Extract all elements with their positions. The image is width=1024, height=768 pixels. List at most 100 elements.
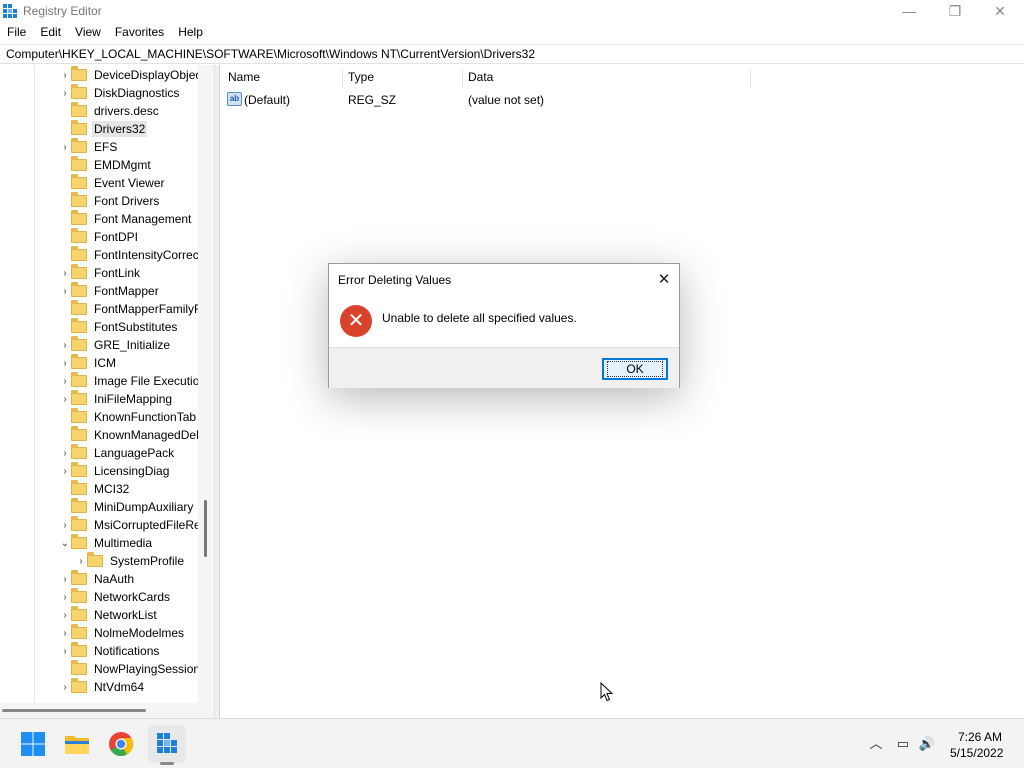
column-header-name[interactable]: Name bbox=[221, 70, 343, 88]
file-explorer-icon[interactable] bbox=[63, 730, 91, 758]
tree-item[interactable]: › NaAuth bbox=[59, 570, 136, 588]
chevron-right-icon[interactable]: › bbox=[59, 390, 71, 408]
chevron-right-icon[interactable]: › bbox=[59, 138, 71, 156]
chevron-right-icon[interactable]: › bbox=[59, 642, 71, 660]
tree-item[interactable]: MiniDumpAuxiliary bbox=[59, 498, 195, 516]
tree-item[interactable]: › IniFileMapping bbox=[59, 390, 174, 408]
folder-icon bbox=[71, 318, 87, 333]
value-name[interactable]: (Default) bbox=[244, 93, 290, 107]
tree-item-label: Font Drivers bbox=[94, 194, 160, 208]
tree-item[interactable]: drivers.desc bbox=[59, 102, 161, 120]
chevron-right-icon[interactable]: › bbox=[59, 336, 71, 354]
tree-item[interactable]: › FontLink bbox=[59, 264, 142, 282]
address-path[interactable]: Computer\HKEY_LOCAL_MACHINE\SOFTWARE\Mic… bbox=[6, 47, 535, 61]
tree-item[interactable]: › LanguagePack bbox=[59, 444, 176, 462]
tree-item-label: Multimedia bbox=[94, 536, 153, 550]
tree-item[interactable]: › LicensingDiag bbox=[59, 462, 171, 480]
clock-time[interactable]: 7:26 AM bbox=[958, 730, 1002, 744]
maximize-button[interactable]: ❐ bbox=[932, 0, 978, 22]
tree-item[interactable]: › EFS bbox=[59, 138, 119, 156]
menu-help[interactable]: Help bbox=[171, 23, 210, 41]
dialog-close-button[interactable]: ✕ bbox=[653, 269, 675, 291]
dialog-title: Error Deleting Values bbox=[338, 273, 452, 287]
chevron-right-icon[interactable]: › bbox=[59, 588, 71, 606]
tree-item-label: NaAuth bbox=[94, 572, 135, 586]
chevron-right-icon[interactable]: › bbox=[59, 444, 71, 462]
folder-icon bbox=[71, 444, 87, 459]
chevron-right-icon[interactable]: › bbox=[59, 282, 71, 300]
value-data[interactable]: (value not set) bbox=[468, 93, 544, 107]
tree-item-label: EFS bbox=[94, 140, 118, 154]
tree-item[interactable]: › Image File Executio bbox=[59, 372, 201, 390]
tree-item[interactable]: FontSubstitutes bbox=[59, 318, 179, 336]
tree-item[interactable]: FontMapperFamilyF bbox=[59, 300, 203, 318]
tree-item[interactable]: › NetworkCards bbox=[59, 588, 172, 606]
chevron-right-icon[interactable]: › bbox=[59, 354, 71, 372]
chevron-right-icon[interactable]: › bbox=[59, 372, 71, 390]
network-icon[interactable]: ▭ bbox=[894, 736, 912, 752]
tree-item[interactable]: Event Viewer bbox=[59, 174, 166, 192]
menu-file[interactable]: File bbox=[0, 23, 33, 41]
menu-view[interactable]: View bbox=[68, 23, 108, 41]
close-window-button[interactable]: ✕ bbox=[977, 0, 1023, 22]
tree-item[interactable]: › DiskDiagnostics bbox=[59, 84, 181, 102]
clock-date[interactable]: 5/15/2022 bbox=[950, 746, 1003, 760]
start-icon[interactable] bbox=[19, 730, 47, 758]
tree-item[interactable]: › NolmeModelmes bbox=[59, 624, 186, 642]
tree-item[interactable]: Font Drivers bbox=[59, 192, 161, 210]
tree-item[interactable]: › FontMapper bbox=[59, 282, 161, 300]
tree-item[interactable]: › MsiCorruptedFileRe bbox=[59, 516, 203, 534]
tree-item[interactable]: KnownManagedDel bbox=[59, 426, 201, 444]
chrome-icon[interactable] bbox=[107, 730, 135, 758]
chevron-right-icon[interactable]: › bbox=[59, 66, 71, 84]
tree-scroll-thumb[interactable] bbox=[204, 500, 207, 557]
chevron-right-icon[interactable]: › bbox=[59, 678, 71, 696]
chevron-right-icon[interactable]: › bbox=[59, 624, 71, 642]
value-type[interactable]: REG_SZ bbox=[348, 93, 396, 107]
menu-edit[interactable]: Edit bbox=[33, 23, 68, 41]
minimize-button[interactable]: — bbox=[886, 0, 932, 22]
address-bar[interactable]: Computer\HKEY_LOCAL_MACHINE\SOFTWARE\Mic… bbox=[0, 44, 1024, 64]
tree-item[interactable]: › SystemProfile bbox=[75, 552, 186, 570]
registry-tree[interactable]: › DeviceDisplayObjec › DiskDiagnostics drive… bbox=[0, 65, 214, 718]
chevron-right-icon[interactable]: › bbox=[75, 552, 87, 570]
registry-editor-taskbar-button[interactable] bbox=[148, 725, 186, 763]
chevron-right-icon[interactable]: › bbox=[59, 570, 71, 588]
column-header-type[interactable]: Type bbox=[341, 70, 463, 88]
tree-item[interactable]: Drivers32 bbox=[59, 120, 148, 138]
menu-bar: File Edit View Favorites Help bbox=[0, 23, 210, 43]
menu-favorites[interactable]: Favorites bbox=[108, 23, 171, 41]
pane-splitter[interactable] bbox=[214, 65, 220, 718]
show-hidden-icons-chevron-icon[interactable]: ︿ bbox=[867, 736, 885, 752]
tree-item[interactable]: › NetworkList bbox=[59, 606, 159, 624]
column-header-data[interactable]: Data bbox=[461, 70, 751, 88]
volume-icon[interactable]: 🔊 bbox=[918, 736, 936, 752]
chevron-right-icon[interactable]: › bbox=[59, 606, 71, 624]
tree-item[interactable]: › Notifications bbox=[59, 642, 161, 660]
tree-item[interactable]: › ICM bbox=[59, 354, 118, 372]
tree-item[interactable]: Font Management bbox=[59, 210, 193, 228]
tree-hscroll-thumb[interactable] bbox=[2, 709, 146, 712]
tree-item[interactable]: KnownFunctionTab bbox=[59, 408, 198, 426]
tree-item-label: FontLink bbox=[94, 266, 141, 280]
tree-vertical-scrollbar[interactable] bbox=[198, 65, 214, 718]
chevron-right-icon[interactable]: › bbox=[59, 516, 71, 534]
chevron-right-icon[interactable]: › bbox=[59, 462, 71, 480]
tree-item-label: ICM bbox=[94, 356, 116, 370]
chevron-right-icon[interactable]: › bbox=[59, 84, 71, 102]
values-list[interactable]: Name Type Data ab (Default) REG_SZ (valu… bbox=[221, 65, 1024, 718]
string-value-icon: ab bbox=[227, 92, 242, 106]
tree-item[interactable]: FontIntensityCorrec bbox=[59, 246, 201, 264]
ok-button[interactable]: OK bbox=[602, 358, 668, 380]
tree-item[interactable]: NowPlayingSession bbox=[59, 660, 202, 678]
tree-item[interactable]: FontDPI bbox=[59, 228, 140, 246]
tree-item[interactable]: › GRE_Initialize bbox=[59, 336, 172, 354]
tree-item[interactable]: › DeviceDisplayObjec bbox=[59, 66, 203, 84]
tree-item[interactable]: EMDMgmt bbox=[59, 156, 153, 174]
tree-item[interactable]: › NtVdm64 bbox=[59, 678, 146, 696]
chevron-right-icon[interactable]: › bbox=[59, 264, 71, 282]
tree-item[interactable]: MCI32 bbox=[59, 480, 131, 498]
chevron-down-icon[interactable]: ⌄ bbox=[59, 534, 71, 552]
tree-item[interactable]: ⌄ Multimedia bbox=[59, 534, 154, 552]
